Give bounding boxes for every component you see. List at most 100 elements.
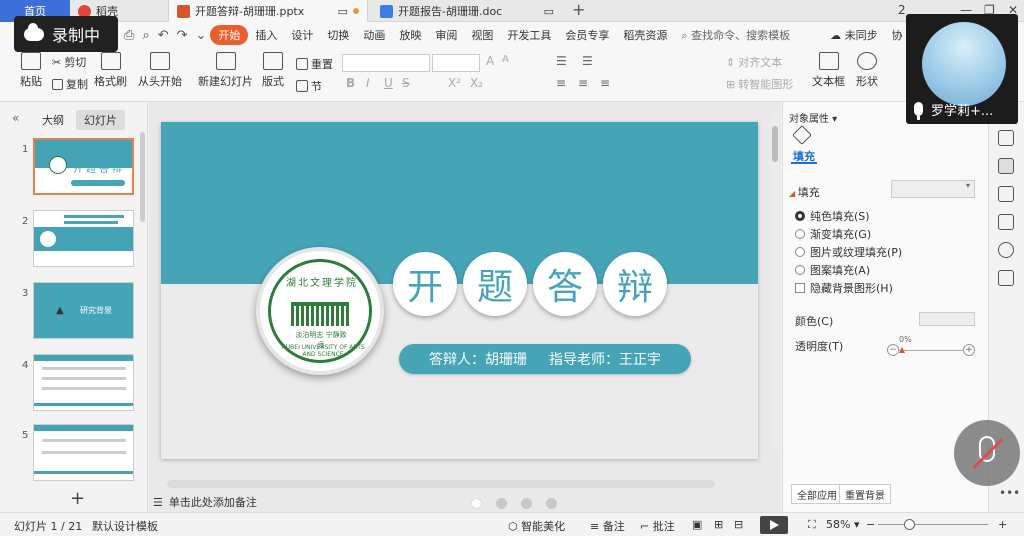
reading-view-icon[interactable]: ⊟ (734, 518, 743, 531)
slides-tool-icon[interactable] (998, 214, 1014, 230)
presenter-pill[interactable]: 答辩人：胡珊珊 指导老师：王正宇 (399, 344, 691, 374)
smart-beautify-button[interactable]: ⬡ 智能美化 (508, 518, 565, 534)
align-left-icon[interactable]: ≡ (556, 76, 566, 90)
font-name-combo[interactable] (342, 54, 430, 72)
bullets-icon[interactable]: ☰ (556, 54, 567, 68)
command-search[interactable]: ⌕ 查找命令、搜索模板 (674, 27, 797, 43)
collapse-panel-icon[interactable]: « (12, 111, 19, 125)
fit-window-icon[interactable]: ⛶ (808, 518, 816, 532)
editor-horizontal-scrollbar[interactable] (167, 480, 715, 488)
redo-icon[interactable]: ↷ (173, 28, 192, 43)
recording-badge[interactable]: 录制中 (14, 16, 118, 52)
template-name[interactable]: 默认设计模板 (92, 518, 158, 534)
university-logo[interactable]: 湖北文理学院 淡泊明志 宁静致远 HUBEI UNIVERSITY OF ART… (256, 247, 384, 375)
menu-start[interactable]: 开始 (210, 25, 249, 45)
align-center-icon[interactable]: ≡ (578, 76, 588, 90)
tab-doc[interactable]: 开题报告-胡珊珊.doc ▭ (372, 0, 562, 22)
smartart-button[interactable]: ⊞ 转智能图形 (726, 76, 793, 92)
layout-button[interactable]: 版式 (262, 52, 284, 89)
zoom-knob[interactable] (904, 519, 915, 530)
numbering-icon[interactable]: ☰ (582, 54, 593, 68)
current-slide[interactable]: 湖北文理学院 淡泊明志 宁静致远 HUBEI UNIVERSITY OF ART… (161, 122, 758, 459)
textbox-button[interactable]: 文本框 (812, 52, 845, 89)
editor-vertical-scrollbar[interactable] (771, 110, 779, 450)
align-text-button[interactable]: ⇕ 对齐文本 (726, 54, 782, 70)
menu-member[interactable]: 会员专享 (558, 27, 616, 43)
properties-icon[interactable] (998, 158, 1014, 174)
backup-icon[interactable] (998, 270, 1014, 286)
gradient-fill-option[interactable]: 渐变填充(G) (795, 226, 871, 242)
menu-transition[interactable]: 切换 (320, 27, 356, 43)
comments-toggle-button[interactable]: ⌐ 批注 (640, 518, 675, 534)
slider-knob[interactable] (899, 347, 905, 353)
undo-icon[interactable]: ↶ (154, 28, 173, 43)
hide-background-option[interactable]: 隐藏背景图形(H) (795, 280, 893, 296)
page-dot[interactable] (471, 498, 482, 509)
page-dot[interactable] (546, 498, 557, 509)
superscript-button[interactable]: X² (448, 76, 461, 90)
menu-developer[interactable]: 开发工具 (500, 27, 558, 43)
more-quick-access-icon[interactable]: ⌄ (192, 28, 211, 43)
copy-button[interactable]: 复制 (52, 76, 88, 92)
increase-button[interactable]: + (963, 344, 975, 356)
apply-all-button[interactable]: 全部应用 (791, 484, 843, 504)
radio-solid[interactable] (795, 211, 805, 221)
menu-insert[interactable]: 插入 (248, 27, 284, 43)
from-start-button[interactable]: 从头开始 (138, 52, 182, 89)
print-icon[interactable]: ⎙ (120, 28, 138, 43)
slider-track[interactable] (899, 350, 963, 351)
menu-review[interactable]: 审阅 (428, 27, 464, 43)
add-slide-button[interactable]: + (70, 488, 85, 509)
italic-button[interactable]: I (366, 76, 370, 90)
sorter-view-icon[interactable]: ⊞ (714, 518, 723, 531)
tab-outline[interactable]: 大纲 (34, 110, 72, 130)
fill-section-title[interactable]: ◢ 填充 (789, 184, 820, 200)
decrease-button[interactable]: − (887, 344, 899, 356)
shape-button[interactable]: 形状 (856, 52, 878, 89)
grow-font-button[interactable]: A (486, 54, 494, 68)
video-call-tile[interactable]: 罗学莉+... (906, 14, 1018, 124)
monitor-icon[interactable]: ▭ (338, 5, 348, 18)
sync-status[interactable]: ☁ 未同步 (823, 27, 885, 43)
radio-picture[interactable] (795, 247, 805, 257)
underline-button[interactable]: U (384, 76, 393, 90)
page-dot[interactable] (496, 498, 507, 509)
reset-background-button[interactable]: 重置背景 (839, 484, 891, 504)
cut-button[interactable]: ✂ 剪切 (52, 54, 86, 70)
new-slide-button[interactable]: 新建幻灯片 (198, 52, 253, 89)
format-painter-button[interactable]: 格式刷 (94, 52, 127, 89)
scroll-thumb[interactable] (772, 126, 778, 162)
menu-docer-resources[interactable]: 稻壳资源 (616, 27, 674, 43)
menu-view[interactable]: 视图 (464, 27, 500, 43)
strikethrough-button[interactable]: S (402, 76, 410, 90)
tab-active-pptx[interactable]: 开题答辩-胡珊珊.pptx ▭ (168, 0, 368, 22)
monitor-icon[interactable]: ▭ (544, 5, 554, 18)
picture-fill-option[interactable]: 图片或纹理填充(P) (795, 244, 902, 260)
more-icon[interactable]: ••• (999, 486, 1020, 500)
reset-button[interactable]: 重置 (296, 56, 333, 72)
solid-fill-option[interactable]: 纯色填充(S) (795, 208, 870, 224)
panel-header[interactable]: 对象属性 ▾ (789, 110, 837, 125)
page-dot[interactable] (521, 498, 532, 509)
section-button[interactable]: 节 (296, 78, 322, 94)
zoom-level[interactable]: 58% ▾ (826, 518, 859, 531)
menu-animation[interactable]: 动画 (356, 27, 392, 43)
align-right-icon[interactable]: ≡ (600, 76, 610, 90)
transparency-slider[interactable]: − 0% + (887, 335, 975, 356)
radio-gradient[interactable] (795, 229, 805, 239)
slide-thumbnail[interactable] (33, 210, 134, 267)
font-size-combo[interactable] (432, 54, 480, 72)
notes-area[interactable]: ☰ 单击此处添加备注 (153, 494, 257, 510)
notes-toggle-button[interactable]: ≡ 备注 (590, 518, 625, 534)
radio-pattern[interactable] (795, 265, 805, 275)
paste-button[interactable]: 粘贴 (20, 52, 42, 89)
zoom-slider[interactable] (878, 524, 988, 525)
slide-thumbnail[interactable] (33, 424, 134, 481)
play-slideshow-button[interactable] (760, 516, 788, 534)
mute-button[interactable] (954, 420, 1020, 486)
slide-thumbnail[interactable]: ▲ 研究背景 (33, 282, 134, 339)
zoom-in-button[interactable]: + (998, 518, 1007, 531)
new-tab-button[interactable]: + (572, 0, 585, 22)
slide-thumbnail[interactable] (33, 354, 134, 411)
help-icon[interactable] (998, 242, 1014, 258)
